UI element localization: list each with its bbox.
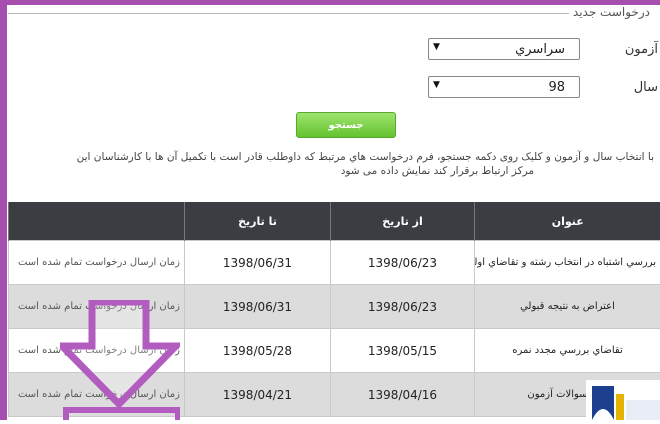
- row-title[interactable]: اعتراض به نتيجه قبولي: [475, 285, 660, 329]
- row-to-date: 1398/04/21: [185, 373, 331, 417]
- year-select-value: 98: [548, 80, 565, 95]
- logo-icon: [586, 380, 660, 420]
- column-header-status: [9, 202, 185, 241]
- row-title[interactable]: بررسي اشتباه در انتخاب رشته و تقاضاي اول…: [475, 241, 660, 285]
- help-text-line: با انتخاب سال و آزمون و کلیک روی دکمه جس…: [8, 150, 654, 164]
- chevron-down-icon: ▼: [433, 42, 440, 52]
- exam-label: آزمون: [625, 42, 658, 57]
- year-label: سال: [634, 80, 658, 95]
- logo: [586, 380, 660, 420]
- row-from-date: 1398/06/23: [331, 241, 475, 285]
- row-from-date: 1398/04/16: [331, 373, 475, 417]
- row-from-date: 1398/06/23: [331, 285, 475, 329]
- row-to-date: 1398/05/28: [185, 329, 331, 373]
- row-status: زمان ارسال درخواست تمام شده است: [9, 241, 185, 285]
- exam-select-value: سراسري: [515, 42, 565, 57]
- help-text-line: مرکز ارتباط برقرار کند نمایش داده می شود: [8, 164, 534, 178]
- year-select[interactable]: ▼ 98: [428, 76, 580, 98]
- column-header-from: از تاريخ: [331, 202, 475, 241]
- table-row[interactable]: بررسي اشتباه در انتخاب رشته و تقاضاي اول…: [9, 241, 660, 285]
- row-to-date: 1398/06/31: [185, 285, 331, 329]
- column-header-title: عنوان: [475, 202, 660, 241]
- row-title[interactable]: تقاضاي بررسي مجدد نمره: [475, 329, 660, 373]
- chevron-down-icon: ▼: [433, 80, 440, 90]
- fieldset-legend: درخواست جدید: [569, 5, 654, 19]
- exam-select[interactable]: ▼ سراسري: [428, 38, 580, 60]
- search-button[interactable]: جستجو: [296, 112, 396, 138]
- column-header-to: تا تاريخ: [185, 202, 331, 241]
- fieldset-border: [8, 13, 596, 14]
- row-from-date: 1398/05/15: [331, 329, 475, 373]
- row-to-date: 1398/06/31: [185, 241, 331, 285]
- down-arrow-icon: [60, 300, 180, 420]
- help-text: با انتخاب سال و آزمون و کلیک روی دکمه جس…: [8, 150, 654, 178]
